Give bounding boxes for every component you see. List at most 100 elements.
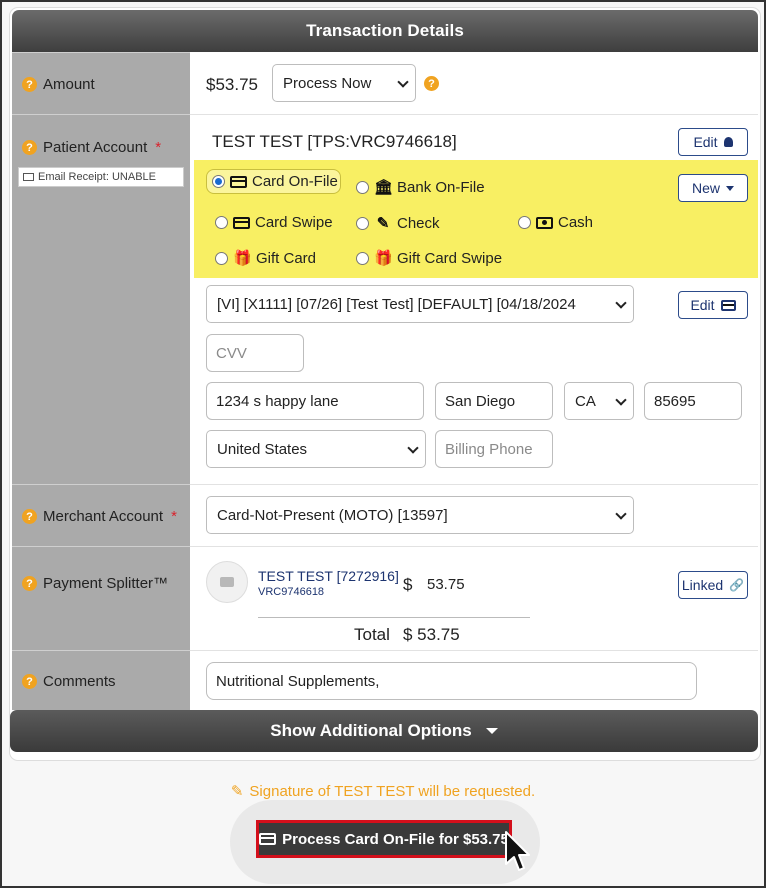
user-icon: [723, 137, 733, 147]
help-icon[interactable]: ?: [22, 576, 37, 591]
chevron-down-icon: [615, 297, 627, 309]
city-value: San Diego: [445, 392, 516, 410]
transaction-card: Transaction Details ? Amount $53.75 Proc…: [10, 8, 760, 760]
total-divider: [258, 617, 530, 618]
gift-icon: 🎁: [374, 250, 393, 267]
pencil-icon: ✎: [230, 783, 244, 800]
method-gift-card-swipe[interactable]: 🎁 Gift Card Swipe: [356, 249, 502, 267]
camera-icon: [220, 577, 234, 587]
radio-button[interactable]: [518, 216, 531, 229]
radio-button[interactable]: [356, 216, 369, 230]
comments-input[interactable]: Nutritional Supplements,: [206, 662, 697, 700]
splitter-amount[interactable]: 53.75: [427, 576, 465, 593]
help-icon[interactable]: ?: [22, 77, 37, 92]
required-asterisk: *: [171, 508, 177, 525]
amount-label-cell: ? Amount: [12, 52, 190, 114]
divider: [190, 484, 758, 485]
method-card-on-file[interactable]: Card On-File: [206, 169, 341, 194]
cvv-placeholder: CVV: [216, 344, 247, 362]
method-label: Gift Card Swipe: [397, 249, 503, 267]
address-input[interactable]: 1234 s happy lane: [206, 382, 424, 420]
merchant-label: Merchant Account: [43, 508, 164, 525]
divider: [190, 114, 758, 115]
amount-label: Amount: [43, 76, 95, 93]
cvv-input[interactable]: CVV: [206, 334, 304, 372]
new-method-button[interactable]: New: [678, 174, 748, 202]
amount-value: $53.75: [206, 75, 258, 94]
gift-icon: 🎁: [233, 250, 252, 267]
billing-phone-input[interactable]: Billing Phone: [435, 430, 553, 468]
envelope-icon: [23, 173, 34, 181]
chevron-down-icon: [615, 394, 627, 406]
method-cash[interactable]: Cash: [518, 214, 593, 231]
help-icon[interactable]: ?: [22, 140, 37, 155]
merchant-value: Card-Not-Present (MOTO) [13597]: [217, 506, 448, 524]
chevron-down-icon: [615, 508, 627, 520]
edit-card-button[interactable]: Edit: [678, 291, 748, 319]
email-receipt-text: Email Receipt: UNABLE: [38, 171, 156, 183]
required-asterisk: *: [155, 139, 162, 156]
method-label: Gift Card: [256, 249, 317, 267]
method-label: Cash: [558, 214, 594, 231]
method-label: Bank On-File: [397, 178, 485, 196]
process-timing-value: Process Now: [283, 74, 372, 92]
caret-down-icon: [726, 185, 734, 191]
linked-button[interactable]: Linked 🔗: [678, 571, 748, 599]
radio-button[interactable]: [212, 175, 225, 188]
avatar: [206, 561, 248, 603]
splitter-label-cell: ? Payment Splitter™: [12, 546, 190, 650]
total-value: $ 53.75: [403, 625, 460, 644]
state-value: CA: [575, 392, 596, 410]
card-select-value: [VI] [X1111] [07/26] [Test Test] [DEFAUL…: [217, 295, 576, 313]
help-icon[interactable]: ?: [22, 674, 37, 689]
edit-patient-button[interactable]: Edit: [678, 128, 748, 156]
state-select[interactable]: CA: [564, 382, 634, 420]
radio-button[interactable]: [356, 180, 369, 194]
zip-input[interactable]: 85695: [644, 382, 742, 420]
process-timing-select[interactable]: Process Now: [272, 64, 416, 102]
city-input[interactable]: San Diego: [435, 382, 553, 420]
bank-icon: 🏛: [374, 179, 394, 196]
help-icon[interactable]: ?: [424, 76, 439, 91]
radio-button[interactable]: [356, 251, 369, 265]
process-payment-button[interactable]: Process Card On-File for $53.75: [256, 820, 512, 858]
card-select[interactable]: [VI] [X1111] [07/26] [Test Test] [DEFAUL…: [206, 285, 634, 323]
mouse-cursor-icon: [505, 831, 530, 871]
help-icon[interactable]: ?: [22, 509, 37, 524]
patient-name: TEST TEST [TPS:VRC9746618]: [212, 132, 457, 151]
signature-note: ✎ Signature of TEST TEST will be request…: [0, 782, 766, 801]
radio-button[interactable]: [215, 251, 228, 265]
radio-button[interactable]: [215, 216, 228, 229]
total-label: Total: [354, 625, 390, 644]
method-check[interactable]: ✎ Check: [356, 214, 440, 232]
method-bank-on-file[interactable]: 🏛 Bank On-File: [356, 178, 485, 196]
credit-card-icon: [259, 833, 277, 845]
transaction-header: Transaction Details: [12, 10, 758, 52]
address-value: 1234 s happy lane: [216, 392, 339, 410]
country-select[interactable]: United States: [206, 430, 426, 468]
merchant-select[interactable]: Card-Not-Present (MOTO) [13597]: [206, 496, 634, 534]
splitter-patient-name[interactable]: TEST TEST [7272916]: [258, 568, 399, 584]
divider: [190, 650, 758, 651]
show-additional-options-label: Show Additional Options: [270, 721, 472, 740]
comments-value: Nutritional Supplements,: [216, 672, 380, 690]
new-method-label: New: [691, 180, 720, 196]
splitter-label: Payment Splitter™: [43, 575, 169, 592]
pencil-icon: ✎: [376, 215, 390, 232]
edit-card-label: Edit: [690, 297, 715, 313]
linked-label: Linked: [681, 577, 724, 593]
comments-label: Comments: [43, 673, 116, 690]
divider: [190, 546, 758, 547]
signature-note-text: Signature of TEST TEST will be requested…: [249, 782, 536, 800]
edit-patient-label: Edit: [693, 134, 718, 150]
method-label: Card On-File: [252, 173, 338, 190]
billing-phone-placeholder: Billing Phone: [445, 440, 533, 458]
zip-value: 85695: [654, 392, 696, 410]
show-additional-options-button[interactable]: Show Additional Options: [10, 710, 758, 752]
credit-card-icon: [230, 175, 247, 188]
chevron-down-icon: [397, 76, 409, 88]
method-card-swipe[interactable]: Card Swipe: [215, 214, 333, 231]
splitter-account-number[interactable]: VRC9746618: [258, 586, 324, 598]
method-gift-card[interactable]: 🎁 Gift Card: [215, 249, 316, 267]
transaction-title: Transaction Details: [306, 21, 464, 40]
